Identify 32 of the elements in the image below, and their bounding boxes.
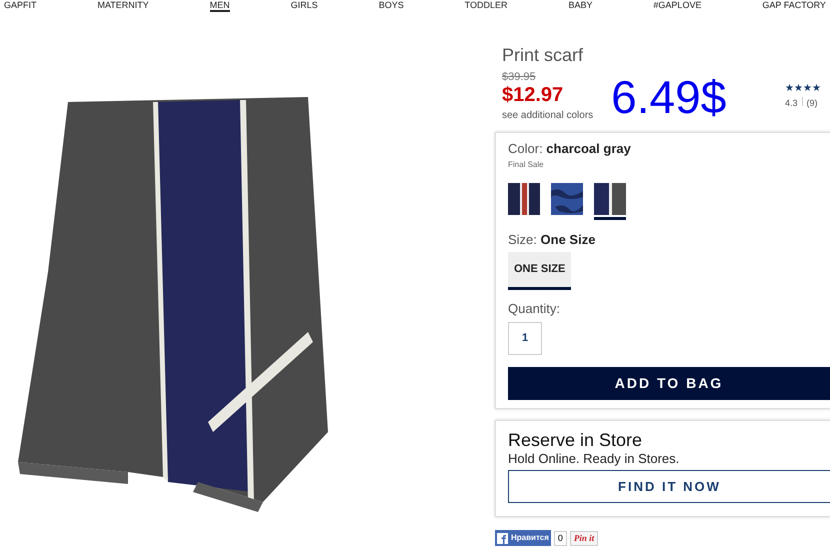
nav-tab[interactable]: MEN bbox=[210, 0, 230, 12]
original-price: $39.95 bbox=[502, 72, 537, 83]
final-sale-note: Final Sale bbox=[508, 158, 545, 170]
nav-tab[interactable]: TODDLER bbox=[464, 0, 508, 10]
overlay-price: 6.49$ bbox=[611, 74, 726, 120]
quantity-label: Quantity: bbox=[508, 300, 562, 318]
nav-tab[interactable]: #GAPLOVE bbox=[653, 0, 702, 10]
facebook-like-button[interactable]: Нравится bbox=[495, 530, 551, 546]
quantity-field[interactable]: 1 bbox=[508, 322, 542, 354]
review-count[interactable]: (9) bbox=[806, 97, 818, 110]
pin-it-button[interactable]: Pin it bbox=[570, 530, 598, 546]
nav-tab[interactable]: BABY bbox=[568, 0, 592, 10]
see-colors-link[interactable]: see additional colors bbox=[502, 108, 594, 123]
nav-tab[interactable]: GAP FACTORY bbox=[762, 0, 826, 10]
color-label: Color: charcoal gray bbox=[508, 140, 632, 158]
size-label: Size: One Size bbox=[508, 230, 596, 248]
reserve-subtitle: Hold Online. Ready in Stores. bbox=[508, 451, 680, 468]
star-rating: ★★★★ bbox=[785, 84, 822, 94]
facebook-icon bbox=[497, 532, 508, 544]
find-it-now-button[interactable]: FIND IT NOW bbox=[508, 470, 830, 504]
rating-value: 4.3 bbox=[785, 97, 798, 110]
size-option[interactable]: ONE SIZE bbox=[508, 252, 572, 290]
color-swatch[interactable] bbox=[594, 182, 626, 220]
product-title: Print scarf bbox=[502, 44, 584, 67]
nav-tab[interactable]: GAPFIT bbox=[4, 0, 37, 10]
sale-price: $12.97 bbox=[502, 83, 564, 108]
reserve-title: Reserve in Store bbox=[508, 428, 644, 451]
like-count: 0 bbox=[554, 530, 567, 546]
nav-tab[interactable]: GIRLS bbox=[290, 0, 318, 10]
nav-tab[interactable]: MATERNITY bbox=[97, 0, 149, 10]
add-to-bag-button[interactable]: ADD TO BAG bbox=[508, 366, 830, 400]
nav-tab[interactable]: BOYS bbox=[378, 0, 404, 10]
